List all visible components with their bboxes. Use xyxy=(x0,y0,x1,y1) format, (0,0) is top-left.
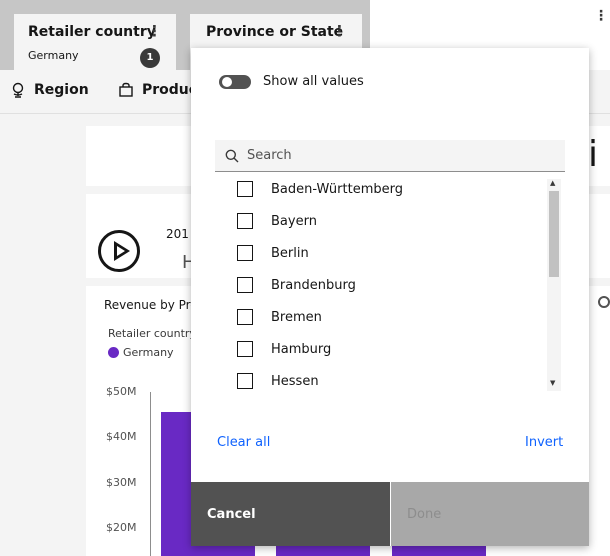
play-icon[interactable] xyxy=(98,230,140,272)
checkbox[interactable] xyxy=(237,181,253,197)
shopping-bag-icon xyxy=(119,82,133,97)
title-text-fragment: i xyxy=(588,134,599,175)
invert-link[interactable]: Invert xyxy=(525,435,563,450)
filter-chip-title: Retailer country xyxy=(28,24,156,40)
list-item[interactable]: Berlin xyxy=(215,237,545,269)
legend-swatch xyxy=(108,347,119,358)
scroll-up-icon[interactable]: ▲ xyxy=(550,179,555,187)
list-item[interactable]: Bayern xyxy=(215,205,545,237)
list-item-label: Hessen xyxy=(271,373,319,389)
timeline-year: 201 xyxy=(166,227,189,241)
cancel-button[interactable]: Cancel xyxy=(191,482,390,546)
checkbox[interactable] xyxy=(237,341,253,357)
y-axis-line xyxy=(150,392,151,556)
tab-label: Region xyxy=(34,82,89,98)
filter-chip-retailer-country[interactable]: Retailer country ⋮ Germany 1 xyxy=(14,14,176,70)
tab-region[interactable]: Region xyxy=(10,82,89,98)
checkbox[interactable] xyxy=(237,373,253,389)
chart-title: Revenue by Pro xyxy=(104,298,198,312)
list-item[interactable]: Brandenburg xyxy=(215,269,545,301)
filter-chip-title: Province or State xyxy=(206,24,344,40)
scroll-down-icon[interactable]: ▼ xyxy=(550,379,555,387)
show-all-values-toggle[interactable] xyxy=(219,75,251,89)
checkbox[interactable] xyxy=(237,245,253,261)
list-item[interactable]: Hamburg xyxy=(215,333,545,365)
legend-label: Germany xyxy=(123,346,174,359)
list-item-label: Baden-Württemberg xyxy=(271,181,403,197)
toggle-knob xyxy=(222,77,232,87)
overflow-menu-icon[interactable]: ⋮ xyxy=(332,24,347,39)
filter-count-badge: 1 xyxy=(140,48,160,68)
checkbox[interactable] xyxy=(237,277,253,293)
y-tick-label: $40M xyxy=(106,430,137,443)
search-icon[interactable] xyxy=(598,296,610,308)
y-tick-label: $30M xyxy=(106,476,137,489)
done-button[interactable]: Done xyxy=(391,482,589,546)
list-item-label: Bremen xyxy=(271,309,322,325)
search-box xyxy=(215,140,565,172)
values-list: Baden-Württemberg Bayern Berlin Brandenb… xyxy=(215,173,565,393)
filter-chip-value: Germany xyxy=(28,49,79,62)
legend-item: Germany xyxy=(108,346,174,359)
list-item[interactable]: Hessen xyxy=(215,365,545,393)
globe-icon xyxy=(12,82,24,98)
list-item-label: Brandenburg xyxy=(271,277,356,293)
search-input[interactable] xyxy=(247,140,557,171)
list-item-label: Berlin xyxy=(271,245,309,261)
toggle-label: Show all values xyxy=(263,74,364,89)
filter-dropdown-panel: Show all values Baden-Württemberg Bayern… xyxy=(191,48,589,546)
checkbox[interactable] xyxy=(237,213,253,229)
list-item-label: Bayern xyxy=(271,213,317,229)
list-item-label: Hamburg xyxy=(271,341,332,357)
clear-all-link[interactable]: Clear all xyxy=(217,435,270,450)
search-icon xyxy=(225,149,239,163)
list-scrollbar[interactable]: ▲ ▼ xyxy=(547,179,561,391)
y-tick-label: $20M xyxy=(106,521,137,534)
scrollbar-thumb[interactable] xyxy=(549,191,559,277)
checkbox[interactable] xyxy=(237,309,253,325)
legend-title: Retailer country xyxy=(108,327,196,340)
overflow-menu-icon[interactable]: ⋮ xyxy=(147,24,162,39)
overflow-menu-icon[interactable]: ⋮ xyxy=(594,8,608,24)
list-item[interactable]: Baden-Württemberg xyxy=(215,173,545,205)
y-tick-label: $50M xyxy=(106,385,137,398)
list-item[interactable]: Bremen xyxy=(215,301,545,333)
